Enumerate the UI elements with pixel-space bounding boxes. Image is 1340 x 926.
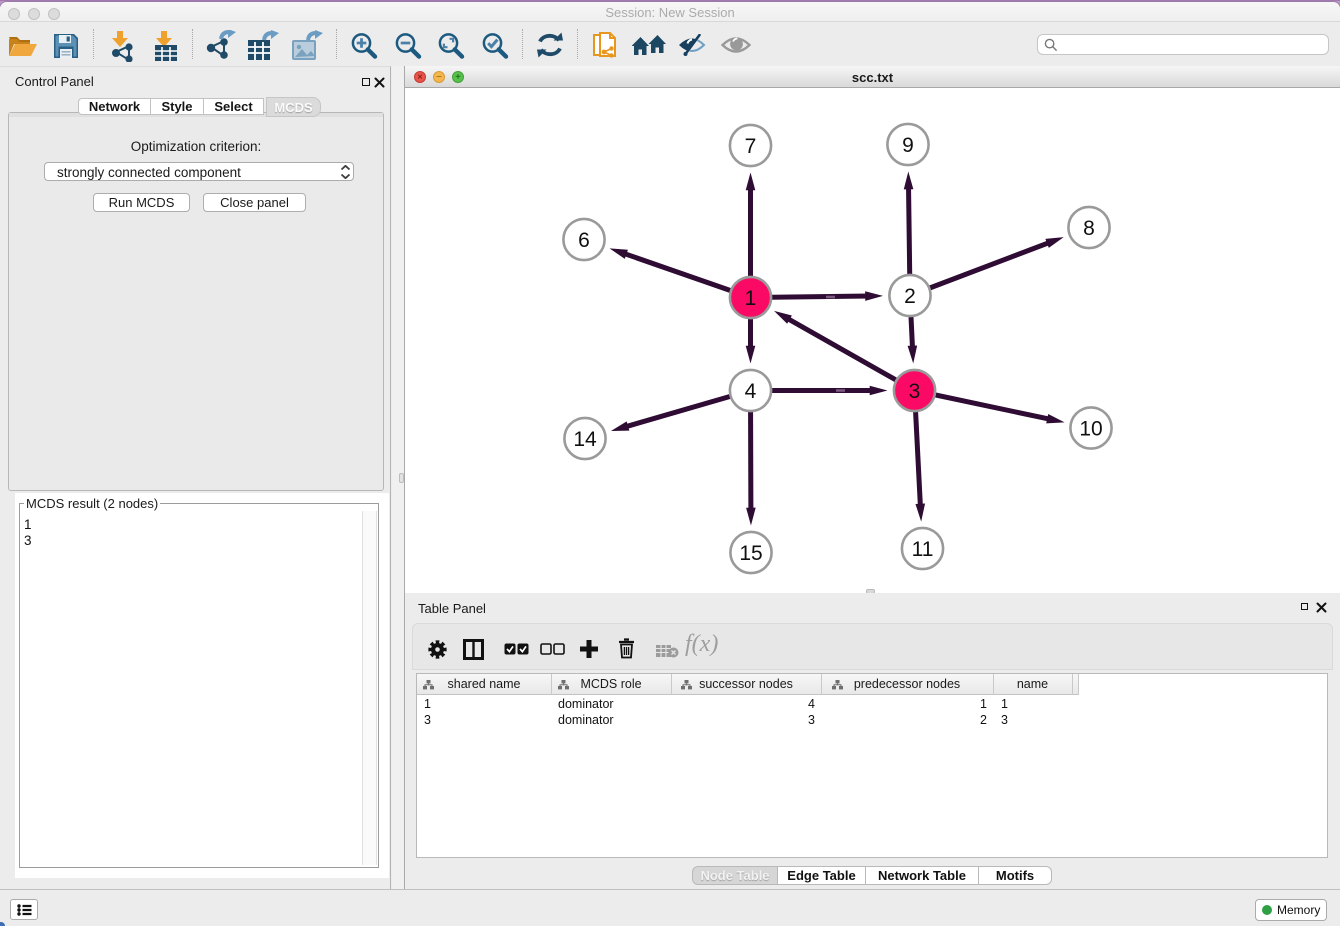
svg-text:2: 2 [904,285,916,308]
svg-text:9: 9 [902,134,914,157]
svg-text:3: 3 [909,380,921,403]
svg-text:11: 11 [912,538,934,561]
svg-text:7: 7 [745,135,757,158]
svg-text:8: 8 [1083,217,1095,240]
svg-text:14: 14 [573,428,597,451]
svg-text:10: 10 [1079,418,1102,441]
svg-text:15: 15 [739,542,762,565]
svg-text:4: 4 [745,380,757,403]
svg-text:6: 6 [578,229,590,252]
svg-text:1: 1 [745,287,757,310]
